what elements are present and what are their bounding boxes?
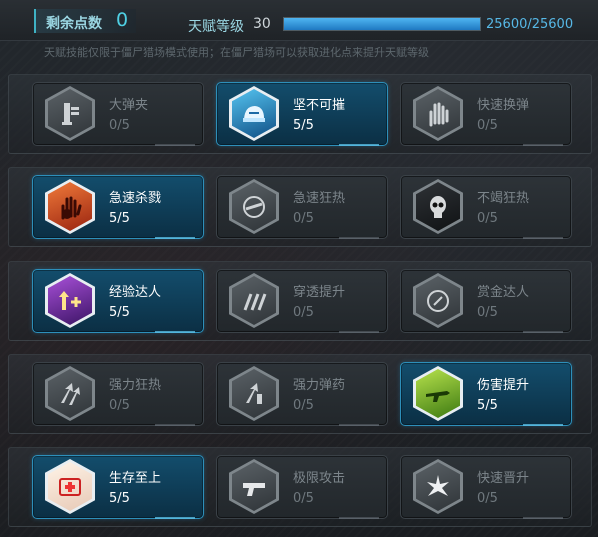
hand-reload-icon	[416, 89, 460, 138]
notice-text: 天赋技能仅限于僵尸猎场模式使用；在僵尸猎场可以获取进化点来提升天赋等级	[44, 46, 429, 59]
magazine-icon	[48, 89, 92, 138]
talent-card[interactable]: 快速换弹 0/5	[400, 82, 572, 146]
arrow-plus-icon	[48, 276, 92, 325]
helmet-icon	[232, 89, 276, 138]
talent-level: 0/5	[293, 398, 314, 413]
talent-card[interactable]: 赏金达人 0/5	[400, 269, 572, 333]
talent-card[interactable]: 经验达人 5/5	[32, 269, 204, 333]
talent-icon-frame	[413, 273, 463, 328]
talent-name: 穿透提升	[293, 285, 346, 300]
talent-name: 急速杀戮	[109, 191, 162, 206]
talent-level: 0/5	[109, 398, 130, 413]
double-arrow-icon	[48, 369, 92, 418]
medical-cross-icon	[48, 462, 92, 511]
talent-level: 0/5	[477, 211, 498, 226]
talent-icon-frame	[45, 459, 95, 514]
talent-card[interactable]: 大弹夹 0/5	[32, 82, 204, 146]
talent-level: 0/5	[293, 211, 314, 226]
talent-icon-frame	[229, 273, 279, 328]
talent-level: 5/5	[109, 491, 130, 506]
remaining-points-value: 0	[116, 9, 129, 31]
penetrate-icon	[232, 276, 276, 325]
talent-level-label: 天赋等级	[188, 19, 244, 35]
talent-icon-frame	[413, 459, 463, 514]
coin-icon	[416, 276, 460, 325]
skull-icon	[416, 182, 460, 231]
talent-name: 急速狂热	[293, 191, 346, 206]
talent-level: 0/5	[293, 305, 314, 320]
talent-name: 大弹夹	[109, 98, 149, 113]
talent-card[interactable]: 强力弹药 0/5	[216, 362, 388, 426]
talent-level: 0/5	[477, 118, 498, 133]
talent-level-value: 30	[253, 16, 271, 32]
talent-card[interactable]: 生存至上 5/5	[32, 455, 204, 519]
talent-icon-frame	[45, 179, 95, 234]
talent-level: 0/5	[293, 491, 314, 506]
header-bar: 剩余点数 0 天赋等级 30 25600/25600	[0, 0, 598, 41]
talent-icon-frame	[45, 366, 95, 421]
talent-name: 赏金达人	[477, 285, 530, 300]
talent-card[interactable]: 强力狂热 0/5	[32, 362, 204, 426]
talent-name: 强力狂热	[109, 378, 162, 393]
talent-level: 0/5	[477, 491, 498, 506]
talent-name: 生存至上	[109, 471, 162, 486]
frenzy-gun-icon	[232, 182, 276, 231]
talent-card[interactable]: 坚不可摧 5/5	[216, 82, 388, 146]
ammo-arrow-icon	[232, 369, 276, 418]
xp-progress-bar	[283, 17, 481, 31]
talent-level: 5/5	[109, 211, 130, 226]
talent-name: 极限攻击	[293, 471, 346, 486]
xp-text: 25600/25600	[486, 17, 574, 32]
talent-name: 强力弹药	[293, 378, 346, 393]
talent-icon-frame	[45, 273, 95, 328]
talent-name: 经验达人	[109, 285, 162, 300]
talent-level: 0/5	[109, 118, 130, 133]
talent-card[interactable]: 急速杀戮 5/5	[32, 175, 204, 239]
talent-icon-frame	[45, 86, 95, 141]
talent-card[interactable]: 快速晋升 0/5	[400, 455, 572, 519]
talent-icon-frame	[413, 179, 463, 234]
gun-icon	[232, 462, 276, 511]
talent-card[interactable]: 穿透提升 0/5	[216, 269, 388, 333]
talent-level: 5/5	[109, 305, 130, 320]
talent-level: 5/5	[477, 398, 498, 413]
talent-name: 快速换弹	[477, 98, 530, 113]
talent-icon-frame	[229, 366, 279, 421]
talent-icon-frame	[229, 179, 279, 234]
talent-name: 伤害提升	[477, 378, 530, 393]
xp-progress-fill	[284, 18, 480, 30]
talent-name: 坚不可摧	[293, 98, 346, 113]
talent-name: 不竭狂热	[477, 191, 530, 206]
talent-card[interactable]: 极限攻击 0/5	[216, 455, 388, 519]
talent-card[interactable]: 不竭狂热 0/5	[400, 175, 572, 239]
bloody-hand-icon	[48, 182, 92, 231]
talent-card[interactable]: 伤害提升 5/5	[400, 362, 572, 426]
remaining-points-label: 剩余点数	[46, 16, 102, 32]
talent-icon-frame	[413, 86, 463, 141]
talent-icon-frame	[229, 86, 279, 141]
talent-name: 快速晋升	[477, 471, 530, 486]
talent-level: 5/5	[293, 118, 314, 133]
talent-card[interactable]: 急速狂热 0/5	[216, 175, 388, 239]
rifle-icon	[416, 369, 460, 418]
talent-icon-frame	[413, 366, 463, 421]
talent-icon-frame	[229, 459, 279, 514]
burst-icon	[416, 462, 460, 511]
talent-level: 0/5	[477, 305, 498, 320]
